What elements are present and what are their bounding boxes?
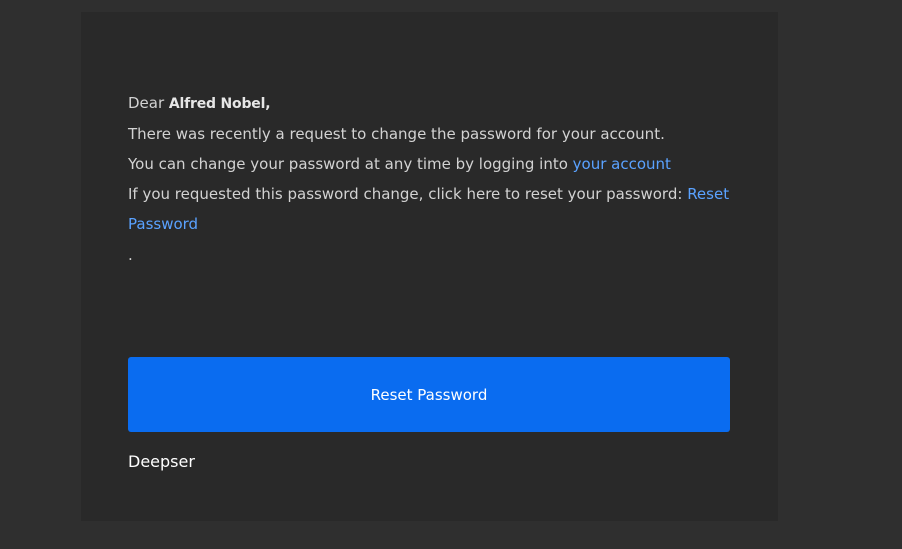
account-message: You can change your password at any time…	[128, 149, 731, 179]
email-body: Dear Alfred Nobel, There was recently a …	[128, 88, 731, 271]
reset-password-button[interactable]: Reset Password	[128, 357, 730, 432]
request-message: There was recently a request to change t…	[128, 125, 665, 143]
reset-message-text: If you requested this password change, c…	[128, 185, 683, 203]
greeting: Dear Alfred Nobel,	[128, 88, 731, 119]
account-message-text: You can change your password at any time…	[128, 155, 568, 173]
greeting-prefix: Dear	[128, 94, 165, 112]
your-account-link[interactable]: your account	[573, 155, 671, 173]
signature: Deepser	[128, 452, 195, 471]
email-card: Dear Alfred Nobel, There was recently a …	[81, 12, 778, 521]
recipient-name: Alfred Nobel,	[168, 96, 271, 112]
reset-message: If you requested this password change, c…	[128, 179, 731, 239]
trailing-dot: .	[128, 246, 133, 264]
